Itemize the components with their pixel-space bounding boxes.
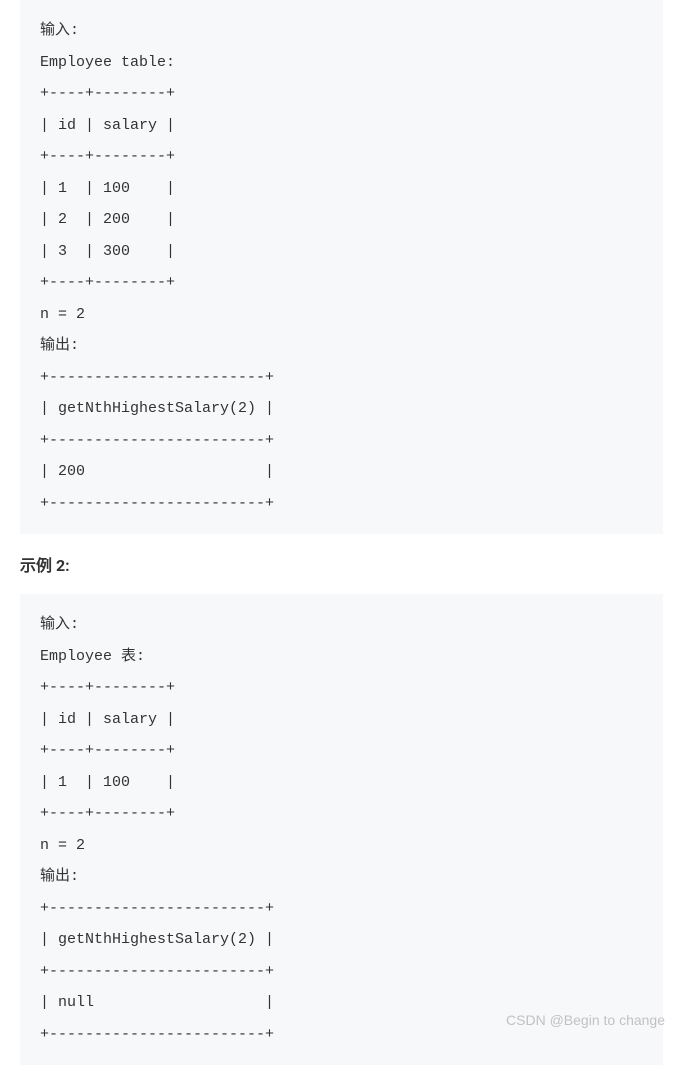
watermark-text: CSDN @Begin to change	[506, 1012, 665, 1028]
example-1-code-block: 输入: Employee table: +----+--------+ | id…	[20, 0, 663, 534]
example-2-code-block: 输入: Employee 表: +----+--------+ | id | s…	[20, 594, 663, 1065]
example-2-label: 示例 2:	[0, 534, 683, 594]
